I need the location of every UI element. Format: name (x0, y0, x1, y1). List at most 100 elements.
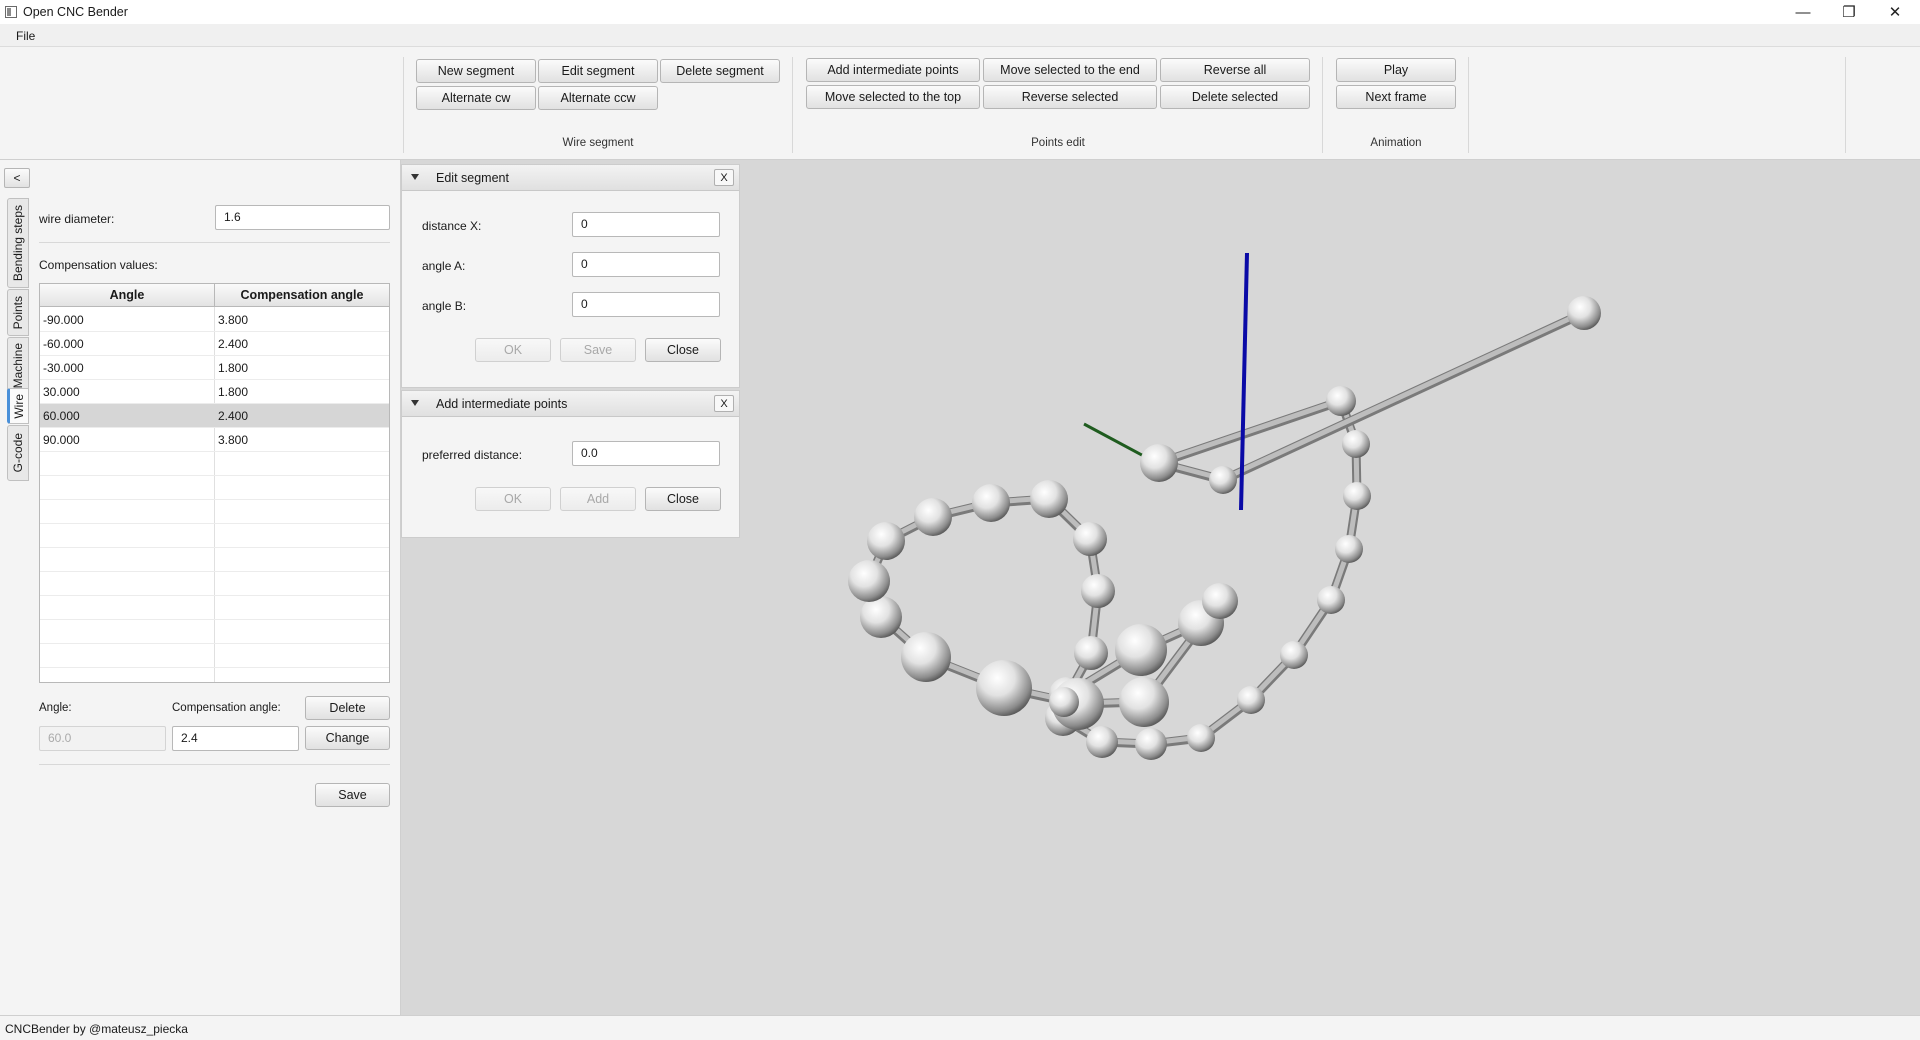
wire-point[interactable] (1049, 687, 1079, 717)
wire-point[interactable] (976, 660, 1032, 716)
table-row[interactable]: 30.000 1.800 (40, 380, 389, 404)
wire-point[interactable] (972, 484, 1010, 522)
wire-point[interactable] (1280, 641, 1308, 669)
add-points-title: Add intermediate points (436, 397, 568, 411)
wire-point[interactable] (1086, 726, 1118, 758)
wire-point[interactable] (1567, 296, 1601, 330)
distance-x-input[interactable]: 0 (572, 212, 720, 237)
wire-point[interactable] (848, 560, 890, 602)
angle-a-label: angle A: (422, 259, 466, 273)
edit-segment-button[interactable]: Edit segment (538, 59, 658, 83)
wire-point[interactable] (1073, 522, 1107, 556)
edit-segment-header[interactable]: Edit segment X (402, 165, 739, 191)
tab-bending-steps[interactable]: Bending steps (7, 198, 29, 288)
table-row[interactable]: -60.000 2.400 (40, 332, 389, 356)
table-row[interactable] (40, 548, 389, 572)
table-row[interactable] (40, 668, 389, 682)
compensation-angle-label: Compensation angle: (172, 702, 281, 714)
delete-selected-button[interactable]: Delete selected (1160, 85, 1310, 109)
wire-point[interactable] (1135, 728, 1167, 760)
table-row[interactable] (40, 476, 389, 500)
table-row[interactable] (40, 572, 389, 596)
wire-point[interactable] (1209, 466, 1237, 494)
add-button: Add (560, 487, 636, 511)
wire-rod-highlight (1220, 309, 1587, 482)
wire-point[interactable] (860, 596, 902, 638)
reverse-selected-button[interactable]: Reverse selected (983, 85, 1157, 109)
wire-point[interactable] (867, 522, 905, 560)
alternate-cw-button[interactable]: Alternate cw (416, 86, 536, 110)
wire-point[interactable] (1326, 386, 1356, 416)
wire-point[interactable] (1030, 480, 1068, 518)
column-header-angle[interactable]: Angle (40, 284, 214, 307)
wire-point[interactable] (1140, 444, 1178, 482)
wire-point[interactable] (1335, 535, 1363, 563)
angle-b-input[interactable]: 0 (572, 292, 720, 317)
move-selected-to-end-button[interactable]: Move selected to the end (983, 58, 1157, 82)
wire-point[interactable] (1342, 430, 1370, 458)
move-selected-to-top-button[interactable]: Move selected to the top (806, 85, 980, 109)
compensation-angle-input[interactable]: 2.4 (172, 726, 299, 751)
delete-button[interactable]: Delete (305, 696, 390, 720)
collapse-triangle-icon[interactable] (411, 174, 419, 180)
ok-button: OK (475, 487, 551, 511)
compensation-table[interactable]: Angle Compensation angle -90.000 3.800 -60… (39, 283, 390, 683)
ribbon-separator (1845, 57, 1846, 153)
add-points-close-icon[interactable]: X (714, 395, 734, 412)
table-row[interactable] (40, 644, 389, 668)
add-intermediate-points-button[interactable]: Add intermediate points (806, 58, 980, 82)
wire-point[interactable] (1237, 686, 1265, 714)
title-bar: Open CNC Bender — ❐ ✕ (0, 0, 1920, 24)
table-row[interactable] (40, 452, 389, 476)
collapse-panel-button[interactable]: < (4, 168, 30, 188)
table-row[interactable]: -30.000 1.800 (40, 356, 389, 380)
wire-point[interactable] (1202, 583, 1238, 619)
column-header-compensation-angle[interactable]: Compensation angle (214, 284, 389, 307)
edit-segment-panel: Edit segment X distance X: 0 angle A: 0 … (401, 164, 740, 388)
tab-g-code[interactable]: G-code (7, 425, 29, 481)
wire-nodes (848, 296, 1601, 760)
cell-compensation-angle: 1.800 (218, 385, 249, 399)
status-text: CNCBender by @mateusz_piecka (5, 1022, 188, 1036)
minimize-icon[interactable]: — (1780, 0, 1826, 24)
wire-point[interactable] (1343, 482, 1371, 510)
table-row[interactable] (40, 524, 389, 548)
wire-point[interactable] (1119, 677, 1169, 727)
alternate-ccw-button[interactable]: Alternate ccw (538, 86, 658, 110)
wire-point[interactable] (1074, 636, 1108, 670)
wire-point[interactable] (1317, 586, 1345, 614)
menu-file[interactable]: File (16, 29, 35, 43)
new-segment-button[interactable]: New segment (416, 59, 536, 83)
wire-point[interactable] (914, 498, 952, 536)
restore-icon[interactable]: ❐ (1826, 0, 1872, 24)
tab-points[interactable]: Points (7, 289, 29, 336)
tab-machine[interactable]: Machine (7, 337, 29, 395)
next-frame-button[interactable]: Next frame (1336, 85, 1456, 109)
reverse-all-button[interactable]: Reverse all (1160, 58, 1310, 82)
preferred-distance-input[interactable]: 0.0 (572, 441, 720, 466)
wire-point[interactable] (1115, 624, 1167, 676)
wire-point[interactable] (901, 632, 951, 682)
play-button[interactable]: Play (1336, 58, 1456, 82)
close-button[interactable]: Close (645, 487, 721, 511)
wire-diameter-input[interactable]: 1.6 (215, 205, 390, 230)
tab-wire[interactable]: Wire (7, 388, 29, 424)
table-row[interactable] (40, 596, 389, 620)
table-row[interactable] (40, 500, 389, 524)
angle-a-input[interactable]: 0 (572, 252, 720, 277)
table-row[interactable]: 90.000 3.800 (40, 428, 389, 452)
close-icon[interactable]: ✕ (1872, 0, 1918, 24)
collapse-triangle-icon[interactable] (411, 400, 419, 406)
add-intermediate-points-panel: Add intermediate points X preferred dist… (401, 390, 740, 538)
delete-segment-button[interactable]: Delete segment (660, 59, 780, 83)
wire-point[interactable] (1187, 724, 1215, 752)
save-button[interactable]: Save (315, 783, 390, 807)
table-row[interactable]: -90.000 3.800 (40, 308, 389, 332)
close-button[interactable]: Close (645, 338, 721, 362)
edit-segment-close-icon[interactable]: X (714, 169, 734, 186)
add-points-header[interactable]: Add intermediate points X (402, 391, 739, 417)
table-row[interactable] (40, 620, 389, 644)
change-button[interactable]: Change (305, 726, 390, 750)
table-row[interactable]: 60.000 2.400 (40, 404, 389, 428)
wire-point[interactable] (1081, 574, 1115, 608)
